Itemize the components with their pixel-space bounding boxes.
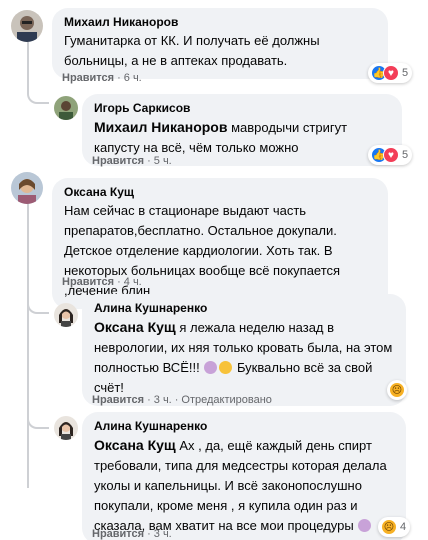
love-icon: ♥ [383,147,399,163]
comment-meta: Нравится · 3 ч. [92,528,172,540]
thread-line-1 [27,42,29,90]
avatar[interactable] [11,172,43,204]
reaction-count: 5 [402,67,409,79]
sad-icon: ☹ [381,519,397,535]
thread-branch-1 [27,86,49,104]
timestamp[interactable]: 3 ч. [154,528,172,540]
avatar[interactable] [54,96,78,120]
timestamp[interactable]: 6 ч. [124,72,142,84]
timestamp[interactable]: 4 ч. [124,276,142,288]
love-icon: ♥ [383,65,399,81]
like-button[interactable]: Нравится [92,528,144,540]
comment-text: Гуманитарка от КК. И получать её должны … [64,33,320,68]
thread-line-2 [27,198,29,488]
sad-icon: ☹ [389,382,405,398]
avatar[interactable] [54,416,78,440]
emoji-woman-icon [204,361,218,374]
comment-author[interactable]: Игорь Саркисов [94,100,390,117]
comment-author[interactable]: Оксана Кущ [64,184,376,201]
reaction-summary[interactable]: ☹ 4 [378,517,411,537]
comment-author[interactable]: Алина Кушнаренко [94,300,394,317]
thread-branch-3 [27,411,49,429]
like-button[interactable]: Нравится [92,394,144,406]
like-button[interactable]: Нравится [62,276,114,288]
reaction-count: 4 [400,521,407,533]
reaction-summary[interactable]: ☹ [387,380,407,400]
mention-link[interactable]: Оксана Кущ [94,437,176,453]
avatar[interactable] [11,10,43,42]
like-button[interactable]: Нравится [62,72,114,84]
comment-meta: Нравится · 5 ч. [92,155,172,167]
emoji-woman-icon [358,519,372,532]
like-button[interactable]: Нравится [92,155,144,167]
comment-author[interactable]: Алина Кушнаренко [94,418,394,435]
timestamp[interactable]: 5 ч. [154,155,172,167]
avatar[interactable] [54,303,78,327]
reaction-summary[interactable]: 👍 ♥ 5 [368,63,413,83]
comment-author[interactable]: Михаил Никаноров [64,14,376,31]
reaction-summary[interactable]: 👍 ♥ 5 [368,145,413,165]
timestamp[interactable]: 3 ч. [154,394,172,406]
thread-branch-2 [27,296,49,314]
comment-meta: Нравится · 3 ч. · Отредактировано [92,394,272,406]
comment-bubble: Алина Кушнаренко Оксана Кущ я лежала нед… [82,294,406,406]
comment-bubble: Оксана Кущ Нам сейчас в стационаре выдаю… [52,178,388,309]
comment-bubble: Михаил Никаноров Гуманитарка от КК. И по… [52,8,388,79]
emoji-laugh-icon [219,361,233,374]
comment-meta: Нравится · 4 ч. [62,276,142,288]
comment-bubble: Алина Кушнаренко Оксана Кущ Ах , да, ещё… [82,412,406,540]
mention-link[interactable]: Михаил Никаноров [94,119,227,135]
reaction-count: 5 [402,149,409,161]
comment-meta: Нравится · 6 ч. [62,72,142,84]
edited-label[interactable]: Отредактировано [181,394,272,406]
mention-link[interactable]: Оксана Кущ [94,319,176,335]
